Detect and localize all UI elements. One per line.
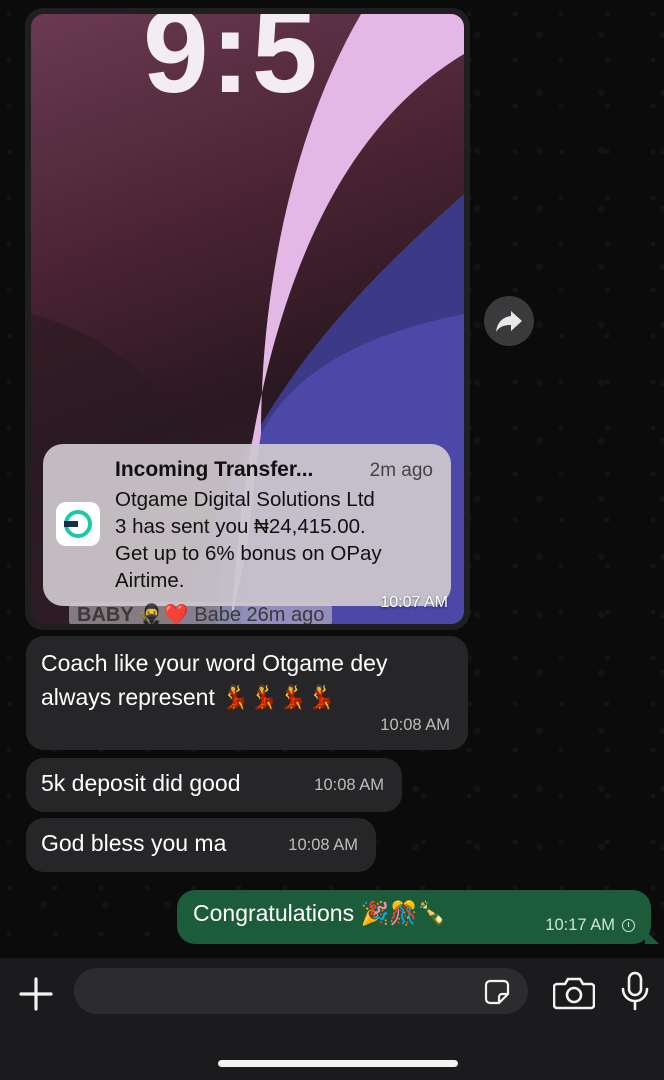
notification-line: 3 has sent you ₦24,415.00. [115, 515, 366, 538]
outgoing-message[interactable]: Congratulations 🎉🎊🍾 10:17 AM [177, 890, 659, 944]
notification-line: Get up to 6% bonus on OPay [115, 542, 382, 565]
message-time: 10:07 AM [380, 594, 448, 611]
pending-clock-icon [622, 919, 635, 932]
notification-body: Otgame Digital Solutions Ltd 3 has sent … [115, 486, 435, 594]
contact-name: BABY [77, 604, 134, 624]
screenshot-image[interactable]: 9:5 Incoming Transfer... 2m ago Otgame D… [31, 14, 464, 624]
incoming-message[interactable]: God bless you ma 10:08 AM [26, 818, 376, 872]
contact-emojis: 🥷❤️ [138, 604, 189, 624]
notification-time: 2m ago [369, 460, 433, 481]
lockscreen-clock: 9:5 [143, 14, 320, 118]
message-text: God bless you ma [41, 830, 227, 856]
message-text: Congratulations 🎉🎊🍾 [193, 900, 447, 926]
notification-card: Incoming Transfer... 2m ago Otgame Digit… [43, 444, 451, 606]
sticker-icon[interactable] [484, 979, 510, 1005]
forward-icon [496, 311, 522, 332]
message-input[interactable] [74, 968, 528, 1014]
message-text: Coach like your word Otgame dey always r… [41, 650, 388, 710]
background-notification-age: 26m ago [246, 604, 325, 624]
message-text: 5k deposit did good [41, 770, 241, 796]
message-time: 10:08 AM [314, 776, 384, 794]
plus-icon[interactable] [16, 974, 56, 1014]
background-notification: BABY 🥷❤️ Babe 26m ago [69, 602, 333, 624]
message-time: 10:08 AM [380, 716, 450, 734]
message-time: 10:17 AM [545, 916, 615, 934]
incoming-message[interactable]: Coach like your word Otgame dey always r… [26, 636, 468, 750]
camera-icon[interactable] [553, 974, 595, 1010]
message-time: 10:08 AM [288, 836, 358, 854]
incoming-message[interactable]: 5k deposit did good 10:08 AM [26, 758, 402, 812]
mic-icon[interactable] [620, 971, 650, 1011]
opay-app-icon [56, 502, 100, 546]
notification-line: Otgame Digital Solutions Ltd [115, 488, 375, 511]
composer-bar [0, 958, 664, 1080]
contact-label: Babe [194, 604, 241, 624]
image-message[interactable]: 9:5 Incoming Transfer... 2m ago Otgame D… [25, 8, 470, 630]
bubble-tail [645, 930, 659, 944]
notification-line: Airtime. [115, 569, 185, 592]
notification-title: Incoming Transfer... [115, 458, 314, 481]
forward-button[interactable] [484, 296, 534, 346]
home-indicator [218, 1060, 458, 1067]
